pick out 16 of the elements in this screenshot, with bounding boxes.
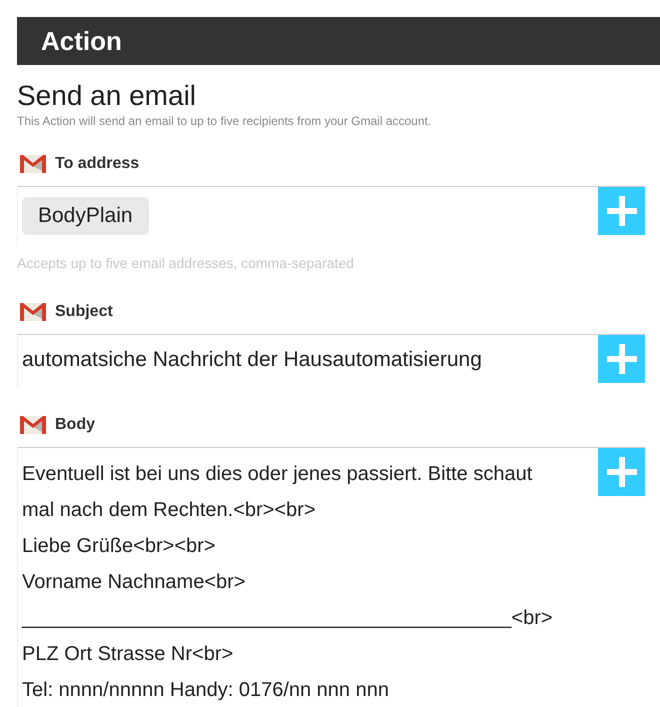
input-field[interactable]: BodyPlain bbox=[17, 186, 645, 246]
header-title: Action bbox=[41, 24, 122, 58]
token-chip[interactable]: BodyPlain bbox=[22, 197, 149, 234]
body-text-line: Tel: nnnn/nnnnn Handy: 0176/nn nnn nnn bbox=[22, 678, 390, 703]
subject-value: automatsiche Nachricht der Hausautomatisierung bbox=[22, 348, 482, 370]
field-label: Subject bbox=[55, 302, 113, 322]
action-title: Send an email bbox=[17, 81, 198, 111]
field-label: Body bbox=[55, 415, 95, 435]
body-text-line: PLZ Ort Strasse Nr<br> bbox=[22, 642, 234, 667]
body-text-line: Vorname Nachname<br> bbox=[22, 570, 246, 595]
input-field[interactable]: automatsiche Nachricht der Hausautomatisierung bbox=[17, 334, 645, 387]
body-text-line: Liebe Grüße<br><br> bbox=[22, 534, 216, 559]
field-label: To address bbox=[55, 154, 140, 174]
action-description: This Action will send an email to up to five recipients from your Gmail account. bbox=[17, 113, 432, 130]
body-text-line: ____________________________________________<br> bbox=[22, 606, 554, 631]
body-text-line: Eventuell ist bei uns dies oder jenes passiert. Bitte schaut mal nach dem Rechten.<br><br> bbox=[22, 462, 534, 523]
